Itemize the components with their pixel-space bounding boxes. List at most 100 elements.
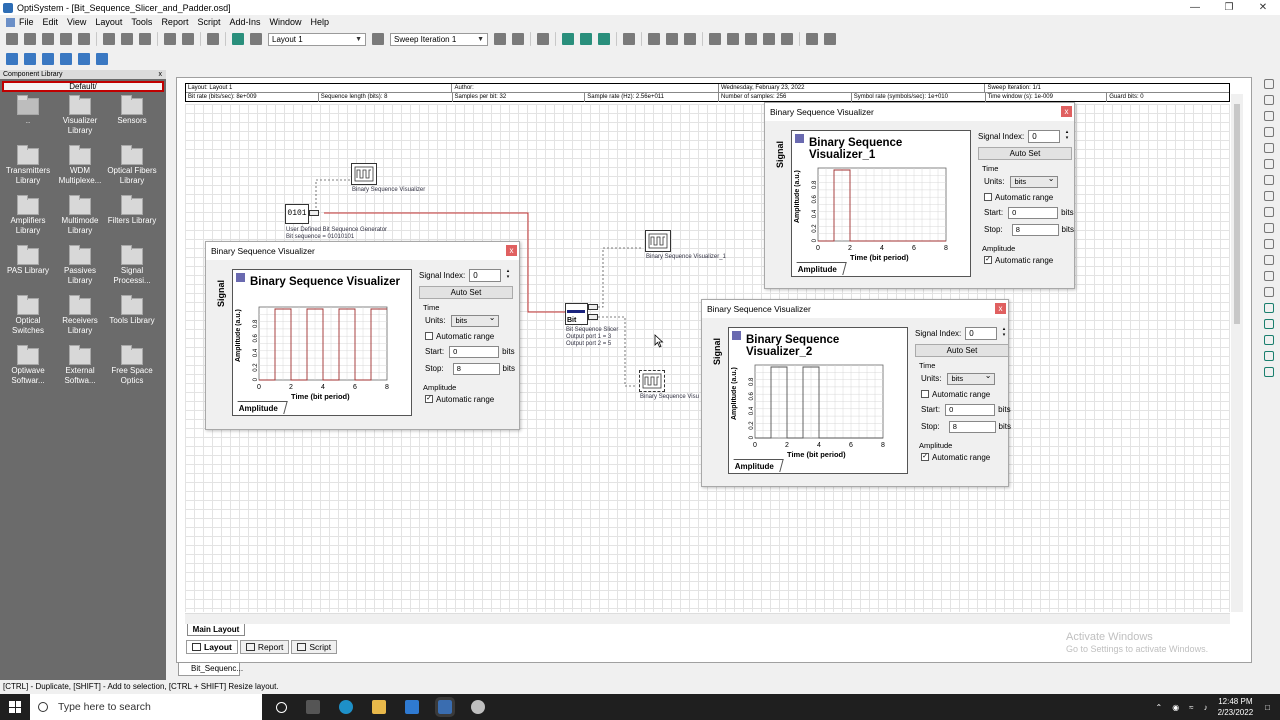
library-item[interactable]: Visualizer Library (55, 95, 105, 146)
amplitude-auto-range-checkbox[interactable]: ✓ (921, 453, 929, 461)
zoom-fit-icon[interactable] (1264, 271, 1274, 281)
fit-width-icon[interactable] (1264, 303, 1274, 313)
library-item[interactable]: Free Space Optics (107, 345, 157, 396)
stop-input[interactable]: 8 (1011, 223, 1059, 236)
app-taskbar-icon[interactable] (471, 700, 485, 714)
fit-height-icon[interactable] (1264, 319, 1274, 329)
hand-icon[interactable] (1264, 95, 1274, 105)
notifications-icon[interactable]: □ (1265, 703, 1270, 712)
align-center-icon[interactable] (666, 33, 678, 45)
library-path-selector[interactable]: Default/ (2, 81, 164, 92)
binary-visualizer-2-component[interactable] (639, 370, 665, 392)
help-icon[interactable] (96, 53, 108, 65)
library-item[interactable]: Transmitters Library (3, 145, 53, 196)
settings-icon[interactable] (763, 33, 775, 45)
draw-icon[interactable] (1264, 143, 1274, 153)
align-right-icon[interactable] (684, 33, 696, 45)
redo-icon[interactable] (182, 33, 194, 45)
tab-report[interactable]: Report (239, 640, 290, 654)
library-item[interactable]: Amplifiers Library (3, 195, 53, 246)
menu-window[interactable]: Window (270, 17, 302, 27)
export-icon[interactable] (806, 33, 818, 45)
generator-output-port[interactable] (309, 210, 319, 216)
signal-index-spinner[interactable]: 0 (1028, 129, 1068, 143)
bit-sequence-generator-component[interactable]: 0101 (285, 204, 309, 224)
line-icon[interactable] (1264, 191, 1274, 201)
start-input[interactable]: 0 (449, 345, 500, 358)
units-select[interactable]: bits (1010, 174, 1059, 188)
stop-input[interactable]: 8 (948, 420, 996, 433)
visualizer-window[interactable]: Binary Sequence Visualizer x Signal Binary … (205, 241, 520, 430)
magic-icon[interactable] (745, 33, 757, 45)
library-item[interactable]: Passives Library (55, 245, 105, 296)
menu-tools[interactable]: Tools (131, 17, 152, 27)
edge-browser-icon[interactable] (339, 700, 353, 714)
layout-icon[interactable] (232, 33, 244, 45)
stop-input[interactable]: 8 (452, 362, 500, 375)
file-explorer-icon[interactable] (372, 700, 386, 714)
close-icon[interactable]: x (159, 70, 163, 79)
library-item[interactable]: Signal Processi... (107, 245, 157, 296)
view-grid-icon[interactable] (580, 33, 592, 45)
restore-button[interactable]: ❐ (1212, 0, 1246, 15)
signal-index-spinner[interactable]: 0 (469, 268, 509, 282)
library-item[interactable]: Tools Library (107, 295, 157, 346)
bring-front-icon[interactable] (1264, 367, 1274, 377)
print-icon[interactable] (78, 33, 90, 45)
tab-script[interactable]: Script (291, 640, 338, 654)
connect-all-icon[interactable] (24, 53, 36, 65)
document-tab[interactable]: Bit_Sequenc... (178, 662, 243, 676)
library-item[interactable]: PAS Library (3, 245, 53, 296)
layout-properties-icon[interactable] (250, 33, 262, 45)
start-input[interactable]: 0 (1008, 206, 1059, 219)
zoom-area-icon[interactable] (1264, 287, 1274, 297)
library-item[interactable]: .. (3, 95, 53, 146)
auto-set-button[interactable]: Auto Set (915, 344, 1009, 357)
minimize-button[interactable]: — (1178, 0, 1212, 15)
pointer-icon[interactable] (1264, 79, 1274, 89)
amplitude-auto-range-checkbox[interactable]: ✓ (425, 395, 433, 403)
vertical-scrollbar[interactable] (1231, 94, 1243, 612)
auto-set-button[interactable]: Auto Set (419, 286, 513, 299)
close-icon[interactable]: x (1061, 106, 1072, 117)
slicer-output-port-1[interactable] (588, 304, 598, 310)
units-select[interactable]: bits (947, 371, 996, 385)
disconnect-icon[interactable] (42, 53, 54, 65)
menu-edit[interactable]: Edit (43, 17, 59, 27)
wire-slicer-to-visualizer-1[interactable] (598, 247, 643, 308)
undo-icon[interactable] (164, 33, 176, 45)
signal-tab[interactable]: Signal (216, 280, 230, 307)
copy-icon[interactable] (121, 33, 133, 45)
menu-layout[interactable]: Layout (95, 17, 122, 27)
layers-icon[interactable] (1264, 335, 1274, 345)
menu-help[interactable]: Help (311, 17, 330, 27)
view-layout-icon[interactable] (562, 33, 574, 45)
link-icon[interactable] (60, 53, 72, 65)
tools-icon[interactable] (709, 33, 721, 45)
stack-icon[interactable] (1264, 351, 1274, 361)
zoom-icon[interactable] (781, 33, 793, 45)
amplitude-tab[interactable]: Amplitude (234, 401, 288, 414)
signal-tab[interactable]: Signal (712, 338, 726, 365)
report-icon[interactable] (537, 33, 549, 45)
task-view-icon[interactable] (306, 700, 320, 714)
connect-icon[interactable] (6, 53, 18, 65)
label-icon[interactable] (1264, 207, 1274, 217)
view-split-icon[interactable] (598, 33, 610, 45)
unlink-icon[interactable] (78, 53, 90, 65)
open-file-icon[interactable] (24, 33, 36, 45)
start-input[interactable]: 0 (945, 403, 996, 416)
rectangle-icon[interactable] (1264, 159, 1274, 169)
menu-script[interactable]: Script (197, 17, 220, 27)
menu-file[interactable]: File (19, 17, 34, 27)
network-icon[interactable]: ◉ (1172, 703, 1179, 712)
vertical-scroll-thumb[interactable] (1234, 104, 1240, 324)
tab-layout[interactable]: Layout (186, 640, 238, 654)
close-button[interactable]: ✕ (1246, 0, 1280, 15)
visualizer-2-window[interactable]: Binary Sequence Visualizer x Signal Binary … (701, 299, 1011, 487)
cut-icon[interactable] (103, 33, 115, 45)
wifi-icon[interactable]: ≈ (1189, 703, 1193, 712)
horizontal-scrollbar[interactable] (185, 613, 1230, 624)
library-item[interactable]: Sensors (107, 95, 157, 146)
save-layout-icon[interactable] (824, 33, 836, 45)
